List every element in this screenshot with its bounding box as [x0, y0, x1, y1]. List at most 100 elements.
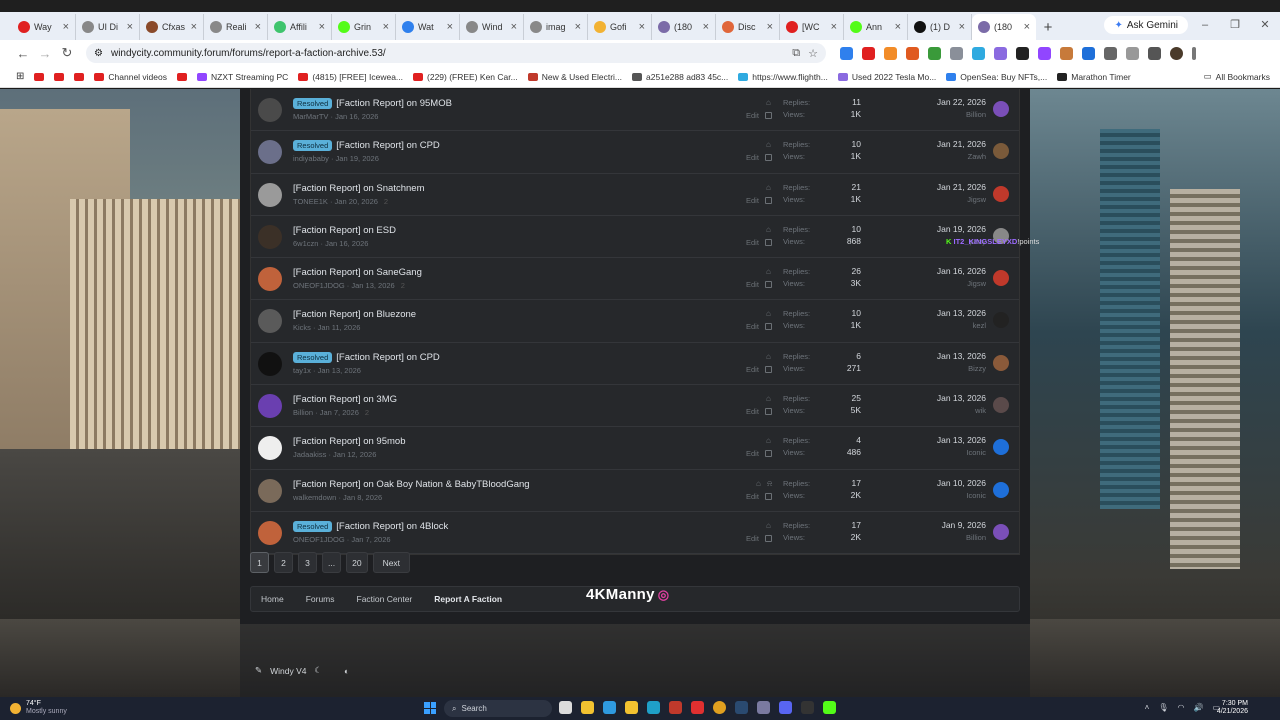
author-avatar[interactable] [258, 267, 282, 292]
thread-title-text[interactable]: [Faction Report] on 95mob [293, 436, 405, 447]
browser-tab[interactable]: imag × [524, 14, 588, 40]
last-post-date[interactable]: Jan 21, 2026 [891, 182, 986, 192]
thread-title[interactable]: [Faction Report] on Snatchnem [293, 183, 425, 194]
extension-icon[interactable] [906, 46, 919, 60]
taskbar-search[interactable]: ⌕ Search [444, 700, 552, 717]
site-info-icon[interactable]: ⚙ [94, 48, 103, 59]
bookmark-item[interactable] [34, 72, 45, 81]
minimize-button[interactable]: – [1190, 12, 1220, 38]
extension-icon[interactable] [1016, 46, 1029, 60]
last-post-date[interactable]: Jan 13, 2026 [891, 393, 986, 403]
last-post-date[interactable]: Jan 19, 2026 [891, 224, 986, 234]
profile-avatar[interactable] [1170, 46, 1183, 60]
select-checkbox[interactable] [765, 323, 772, 331]
last-post-date[interactable]: Jan 9, 2026 [891, 520, 986, 530]
puzzle-icon[interactable] [1104, 46, 1117, 60]
bookmark-item[interactable]: New & Used Electri... [527, 72, 622, 82]
extension-icon[interactable] [1082, 46, 1095, 60]
bookmark-item[interactable]: NZXT Streaming PC [197, 72, 288, 82]
last-post-user[interactable]: Jigsw [891, 195, 986, 204]
last-post-date[interactable]: Jan 21, 2026 [891, 139, 986, 149]
kick-app-icon[interactable] [823, 701, 836, 714]
thread-title-text[interactable]: [Faction Report] on CPD [336, 140, 440, 151]
twitch-icon[interactable] [1038, 46, 1051, 60]
thread-page-link[interactable]: 2 [401, 281, 405, 290]
thread-title-text[interactable]: [Faction Report] on Oak Boy Nation & Bab… [293, 479, 530, 490]
ask-gemini-button[interactable]: ✦ Ask Gemini [1104, 16, 1188, 34]
bookmark-item[interactable] [54, 72, 65, 81]
edit-link[interactable]: Edit [746, 449, 759, 458]
author-avatar[interactable] [258, 351, 282, 376]
thread-title-text[interactable]: [Faction Report] on CPD [336, 352, 440, 363]
metamask-icon[interactable] [884, 46, 897, 60]
chevron-up-icon[interactable]: ˄ [1145, 703, 1150, 712]
thread-author[interactable]: Jadaakiss [293, 450, 326, 459]
tab-close-icon[interactable]: × [831, 21, 837, 33]
apps-grid-icon[interactable]: ⊞ [16, 71, 24, 82]
extension-icon[interactable] [862, 46, 875, 60]
thread-author[interactable]: ONEOF1JDOG [293, 535, 345, 544]
edit-link[interactable]: Edit [746, 322, 759, 331]
bookmark-item[interactable]: Used 2022 Tesla Mo... [837, 72, 936, 82]
last-poster-avatar[interactable] [993, 523, 1009, 540]
tab-close-icon[interactable]: × [319, 21, 325, 33]
maximize-button[interactable]: ❐ [1220, 12, 1250, 38]
browser-tab[interactable]: [WC × [780, 14, 844, 40]
thread-title-text[interactable]: [Faction Report] on Snatchnem [293, 183, 425, 194]
select-checkbox[interactable] [765, 154, 772, 162]
weather-widget[interactable]: 74°F Mostly sunny [10, 700, 67, 716]
page-button[interactable]: 20 [346, 552, 368, 573]
thread-row[interactable]: [Faction Report] on Oak Boy Nation & Bab… [251, 470, 1019, 512]
last-post-user[interactable]: Iconic [891, 448, 986, 457]
thread-title[interactable]: Resolved [Faction Report] on CPD [293, 351, 440, 363]
thread-row[interactable]: [Faction Report] on Bluezone Kicks · Jan … [251, 300, 1019, 343]
last-poster-avatar[interactable] [993, 439, 1009, 456]
extension-icon[interactable] [928, 46, 941, 60]
author-avatar[interactable] [258, 140, 282, 165]
bookmark-item[interactable]: Marathon Timer [1057, 72, 1131, 82]
thread-title-text[interactable]: [Faction Report] on SaneGang [293, 267, 422, 278]
select-checkbox[interactable] [765, 365, 772, 373]
moon-icon[interactable]: ☾ [315, 665, 323, 676]
thread-row[interactable]: [Faction Report] on ESD 6w1czn · Jan 16, … [251, 216, 1019, 259]
forward-button[interactable]: → [34, 46, 56, 61]
author-avatar[interactable] [258, 520, 282, 545]
thread-row[interactable]: [Faction Report] on 95mob Jadaakiss · Jan… [251, 427, 1019, 470]
extension-icon[interactable] [1060, 46, 1073, 60]
tab-close-icon[interactable]: × [703, 21, 709, 33]
tab-close-icon[interactable]: × [895, 21, 901, 33]
bookmark-item[interactable]: (229) (FREE) Ken Car... [413, 72, 518, 82]
browser-tab[interactable]: Reali × [204, 14, 268, 40]
omnibox[interactable]: ⚙ windycity.community.forum/forums/repor… [86, 43, 826, 63]
bookmark-item[interactable] [74, 72, 85, 81]
bookmark-star-icon[interactable]: ☆ [808, 47, 818, 60]
select-checkbox[interactable] [765, 196, 772, 204]
last-post-date[interactable]: Jan 13, 2026 [891, 351, 986, 361]
thread-title[interactable]: Resolved [Faction Report] on CPD [293, 140, 440, 152]
thread-title-text[interactable]: [Faction Report] on 3MG [293, 394, 397, 405]
last-post-user[interactable]: Billion [891, 110, 986, 119]
new-tab-button[interactable]: + [1036, 14, 1060, 40]
thread-title[interactable]: [Faction Report] on 95mob [293, 436, 405, 447]
last-post-user[interactable]: Billion [891, 533, 986, 542]
app-icon[interactable] [757, 701, 770, 714]
last-post-date[interactable]: Jan 10, 2026 [891, 478, 986, 488]
tab-close-icon[interactable]: × [383, 21, 389, 33]
thread-title[interactable]: [Faction Report] on ESD [293, 225, 396, 236]
browser-tab[interactable]: Wind × [460, 14, 524, 40]
close-window-button[interactable]: ✕ [1250, 12, 1280, 38]
last-post-date[interactable]: Jan 16, 2026 [891, 266, 986, 276]
photos-icon[interactable] [603, 701, 616, 714]
breadcrumb-item[interactable]: Forums [306, 594, 335, 604]
bookmark-item[interactable]: https://www.flighth... [738, 72, 828, 82]
next-page-button[interactable]: Next [372, 552, 411, 573]
breadcrumb-item[interactable]: Report A Faction [434, 594, 502, 604]
browser-tab[interactable]: Gofi × [588, 14, 652, 40]
thread-title[interactable]: Resolved [Faction Report] on 4Block [293, 520, 448, 532]
thread-row[interactable]: Resolved [Faction Report] on CPD indiyabab… [251, 131, 1019, 174]
browser-tab[interactable]: Affili × [268, 14, 332, 40]
select-checkbox[interactable] [765, 281, 772, 289]
last-post-user[interactable]: wik [891, 406, 986, 415]
tab-close-icon[interactable]: × [639, 21, 645, 33]
start-button[interactable] [424, 702, 436, 714]
